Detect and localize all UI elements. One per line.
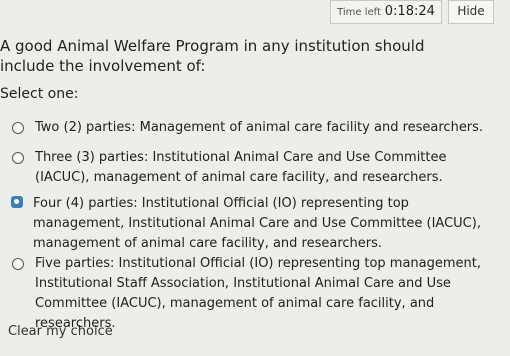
option-label: Four (4) parties: Institutional Official… bbox=[33, 196, 481, 251]
radio-button[interactable] bbox=[12, 122, 24, 134]
option-label: Five parties: Institutional Official (IO… bbox=[35, 256, 481, 331]
option-label: Two (2) parties: Management of animal ca… bbox=[35, 120, 484, 135]
timer-label: Time left bbox=[337, 7, 381, 18]
select-one-label: Select one: bbox=[0, 86, 79, 102]
question-text: A good Animal Welfare Program in any ins… bbox=[0, 37, 425, 75]
timer-value: 0:18:24 bbox=[384, 4, 435, 19]
hide-button[interactable]: Hide bbox=[448, 0, 494, 24]
clear-choice-link[interactable]: Clear my choice bbox=[8, 324, 113, 339]
option-c[interactable]: Four (4) parties: Institutional Official… bbox=[11, 194, 492, 254]
option-label: Three (3) parties: Institutional Animal … bbox=[35, 150, 447, 185]
radio-button[interactable] bbox=[12, 152, 24, 164]
option-b[interactable]: Three (3) parties: Institutional Animal … bbox=[12, 148, 492, 188]
radio-button-selected[interactable] bbox=[11, 196, 23, 208]
timer-box: Time left 0:18:24 bbox=[330, 0, 442, 24]
radio-button[interactable] bbox=[12, 258, 24, 270]
quiz-page: Time left 0:18:24 Hide A good Animal Wel… bbox=[0, 0, 510, 356]
option-a[interactable]: Two (2) parties: Management of animal ca… bbox=[12, 118, 492, 138]
option-d[interactable]: Five parties: Institutional Official (IO… bbox=[12, 254, 492, 334]
